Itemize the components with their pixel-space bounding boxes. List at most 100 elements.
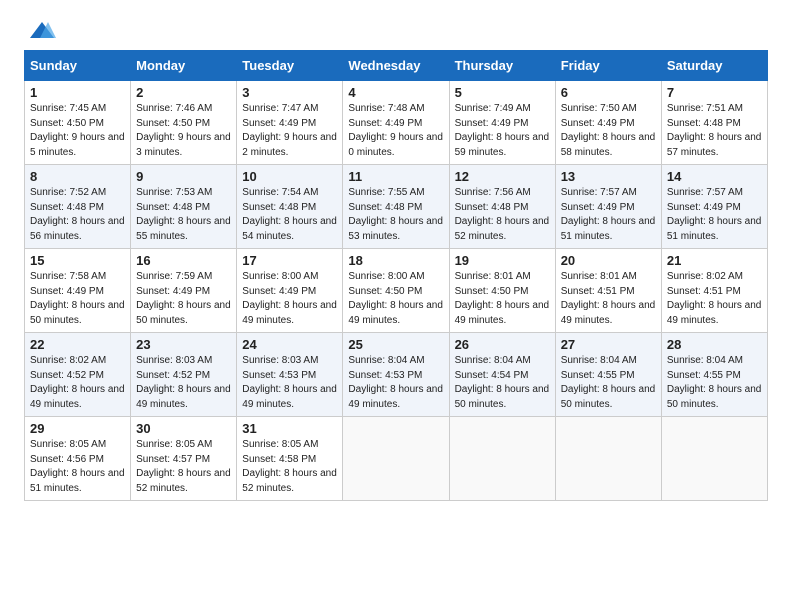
day-number: 4 xyxy=(348,85,443,100)
day-number: 6 xyxy=(561,85,656,100)
calendar-cell: 1 Sunrise: 7:45 AMSunset: 4:50 PMDayligh… xyxy=(25,81,131,165)
day-info: Sunrise: 8:04 AMSunset: 4:55 PMDaylight:… xyxy=(561,355,656,410)
calendar-cell: 30 Sunrise: 8:05 AMSunset: 4:57 PMDaylig… xyxy=(131,417,237,501)
day-number: 26 xyxy=(455,337,550,352)
day-info: Sunrise: 7:53 AMSunset: 4:48 PMDaylight:… xyxy=(136,187,231,242)
day-info: Sunrise: 8:00 AMSunset: 4:49 PMDaylight:… xyxy=(242,271,337,326)
day-info: Sunrise: 8:04 AMSunset: 4:54 PMDaylight:… xyxy=(455,355,550,410)
day-number: 19 xyxy=(455,253,550,268)
day-info: Sunrise: 8:05 AMSunset: 4:58 PMDaylight:… xyxy=(242,439,337,494)
calendar-cell: 18 Sunrise: 8:00 AMSunset: 4:50 PMDaylig… xyxy=(343,249,449,333)
day-info: Sunrise: 7:49 AMSunset: 4:49 PMDaylight:… xyxy=(455,103,550,158)
day-info: Sunrise: 7:57 AMSunset: 4:49 PMDaylight:… xyxy=(667,187,762,242)
calendar-cell: 6 Sunrise: 7:50 AMSunset: 4:49 PMDayligh… xyxy=(555,81,661,165)
day-number: 12 xyxy=(455,169,550,184)
calendar-cell: 16 Sunrise: 7:59 AMSunset: 4:49 PMDaylig… xyxy=(131,249,237,333)
calendar-cell: 31 Sunrise: 8:05 AMSunset: 4:58 PMDaylig… xyxy=(237,417,343,501)
calendar-cell: 9 Sunrise: 7:53 AMSunset: 4:48 PMDayligh… xyxy=(131,165,237,249)
weekday-header-saturday: Saturday xyxy=(661,51,767,81)
weekday-header-friday: Friday xyxy=(555,51,661,81)
calendar-cell: 10 Sunrise: 7:54 AMSunset: 4:48 PMDaylig… xyxy=(237,165,343,249)
calendar-cell: 20 Sunrise: 8:01 AMSunset: 4:51 PMDaylig… xyxy=(555,249,661,333)
day-number: 20 xyxy=(561,253,656,268)
day-info: Sunrise: 7:58 AMSunset: 4:49 PMDaylight:… xyxy=(30,271,125,326)
calendar-cell: 17 Sunrise: 8:00 AMSunset: 4:49 PMDaylig… xyxy=(237,249,343,333)
day-info: Sunrise: 8:02 AMSunset: 4:51 PMDaylight:… xyxy=(667,271,762,326)
calendar-cell: 11 Sunrise: 7:55 AMSunset: 4:48 PMDaylig… xyxy=(343,165,449,249)
day-info: Sunrise: 8:02 AMSunset: 4:52 PMDaylight:… xyxy=(30,355,125,410)
calendar-cell: 2 Sunrise: 7:46 AMSunset: 4:50 PMDayligh… xyxy=(131,81,237,165)
day-number: 31 xyxy=(242,421,337,436)
calendar-cell: 5 Sunrise: 7:49 AMSunset: 4:49 PMDayligh… xyxy=(449,81,555,165)
day-info: Sunrise: 8:03 AMSunset: 4:52 PMDaylight:… xyxy=(136,355,231,410)
day-number: 30 xyxy=(136,421,231,436)
calendar-cell: 12 Sunrise: 7:56 AMSunset: 4:48 PMDaylig… xyxy=(449,165,555,249)
header xyxy=(24,20,768,40)
day-number: 21 xyxy=(667,253,762,268)
day-info: Sunrise: 7:56 AMSunset: 4:48 PMDaylight:… xyxy=(455,187,550,242)
day-info: Sunrise: 8:01 AMSunset: 4:51 PMDaylight:… xyxy=(561,271,656,326)
day-number: 13 xyxy=(561,169,656,184)
weekday-header-sunday: Sunday xyxy=(25,51,131,81)
calendar-cell: 22 Sunrise: 8:02 AMSunset: 4:52 PMDaylig… xyxy=(25,333,131,417)
calendar-cell: 26 Sunrise: 8:04 AMSunset: 4:54 PMDaylig… xyxy=(449,333,555,417)
calendar-cell xyxy=(555,417,661,501)
weekday-header-monday: Monday xyxy=(131,51,237,81)
calendar-cell: 7 Sunrise: 7:51 AMSunset: 4:48 PMDayligh… xyxy=(661,81,767,165)
calendar-cell: 27 Sunrise: 8:04 AMSunset: 4:55 PMDaylig… xyxy=(555,333,661,417)
weekday-header-thursday: Thursday xyxy=(449,51,555,81)
day-number: 15 xyxy=(30,253,125,268)
day-info: Sunrise: 8:05 AMSunset: 4:57 PMDaylight:… xyxy=(136,439,231,494)
weekday-header-tuesday: Tuesday xyxy=(237,51,343,81)
day-number: 5 xyxy=(455,85,550,100)
day-info: Sunrise: 7:51 AMSunset: 4:48 PMDaylight:… xyxy=(667,103,762,158)
day-number: 10 xyxy=(242,169,337,184)
day-number: 1 xyxy=(30,85,125,100)
day-info: Sunrise: 7:52 AMSunset: 4:48 PMDaylight:… xyxy=(30,187,125,242)
day-number: 27 xyxy=(561,337,656,352)
day-number: 16 xyxy=(136,253,231,268)
logo xyxy=(24,20,56,40)
calendar-cell: 21 Sunrise: 8:02 AMSunset: 4:51 PMDaylig… xyxy=(661,249,767,333)
day-info: Sunrise: 8:03 AMSunset: 4:53 PMDaylight:… xyxy=(242,355,337,410)
calendar-cell: 28 Sunrise: 8:04 AMSunset: 4:55 PMDaylig… xyxy=(661,333,767,417)
day-number: 7 xyxy=(667,85,762,100)
day-number: 24 xyxy=(242,337,337,352)
day-number: 25 xyxy=(348,337,443,352)
calendar-cell: 3 Sunrise: 7:47 AMSunset: 4:49 PMDayligh… xyxy=(237,81,343,165)
day-info: Sunrise: 7:46 AMSunset: 4:50 PMDaylight:… xyxy=(136,103,231,158)
calendar-cell: 15 Sunrise: 7:58 AMSunset: 4:49 PMDaylig… xyxy=(25,249,131,333)
weekday-header-wednesday: Wednesday xyxy=(343,51,449,81)
day-info: Sunrise: 7:48 AMSunset: 4:49 PMDaylight:… xyxy=(348,103,443,158)
day-number: 17 xyxy=(242,253,337,268)
calendar-cell: 29 Sunrise: 8:05 AMSunset: 4:56 PMDaylig… xyxy=(25,417,131,501)
calendar-cell: 23 Sunrise: 8:03 AMSunset: 4:52 PMDaylig… xyxy=(131,333,237,417)
day-number: 2 xyxy=(136,85,231,100)
day-number: 28 xyxy=(667,337,762,352)
logo-icon xyxy=(28,20,56,40)
day-number: 9 xyxy=(136,169,231,184)
day-info: Sunrise: 8:00 AMSunset: 4:50 PMDaylight:… xyxy=(348,271,443,326)
calendar-cell: 4 Sunrise: 7:48 AMSunset: 4:49 PMDayligh… xyxy=(343,81,449,165)
calendar-cell: 19 Sunrise: 8:01 AMSunset: 4:50 PMDaylig… xyxy=(449,249,555,333)
calendar-cell: 14 Sunrise: 7:57 AMSunset: 4:49 PMDaylig… xyxy=(661,165,767,249)
day-number: 14 xyxy=(667,169,762,184)
calendar-cell: 24 Sunrise: 8:03 AMSunset: 4:53 PMDaylig… xyxy=(237,333,343,417)
day-number: 8 xyxy=(30,169,125,184)
day-number: 3 xyxy=(242,85,337,100)
day-info: Sunrise: 7:45 AMSunset: 4:50 PMDaylight:… xyxy=(30,103,125,158)
day-info: Sunrise: 8:01 AMSunset: 4:50 PMDaylight:… xyxy=(455,271,550,326)
day-number: 29 xyxy=(30,421,125,436)
day-info: Sunrise: 8:05 AMSunset: 4:56 PMDaylight:… xyxy=(30,439,125,494)
day-info: Sunrise: 8:04 AMSunset: 4:53 PMDaylight:… xyxy=(348,355,443,410)
calendar-cell xyxy=(449,417,555,501)
calendar-cell: 8 Sunrise: 7:52 AMSunset: 4:48 PMDayligh… xyxy=(25,165,131,249)
day-number: 11 xyxy=(348,169,443,184)
day-number: 23 xyxy=(136,337,231,352)
calendar-cell xyxy=(661,417,767,501)
calendar: SundayMondayTuesdayWednesdayThursdayFrid… xyxy=(24,50,768,501)
day-number: 18 xyxy=(348,253,443,268)
day-info: Sunrise: 7:55 AMSunset: 4:48 PMDaylight:… xyxy=(348,187,443,242)
day-number: 22 xyxy=(30,337,125,352)
day-info: Sunrise: 7:54 AMSunset: 4:48 PMDaylight:… xyxy=(242,187,337,242)
